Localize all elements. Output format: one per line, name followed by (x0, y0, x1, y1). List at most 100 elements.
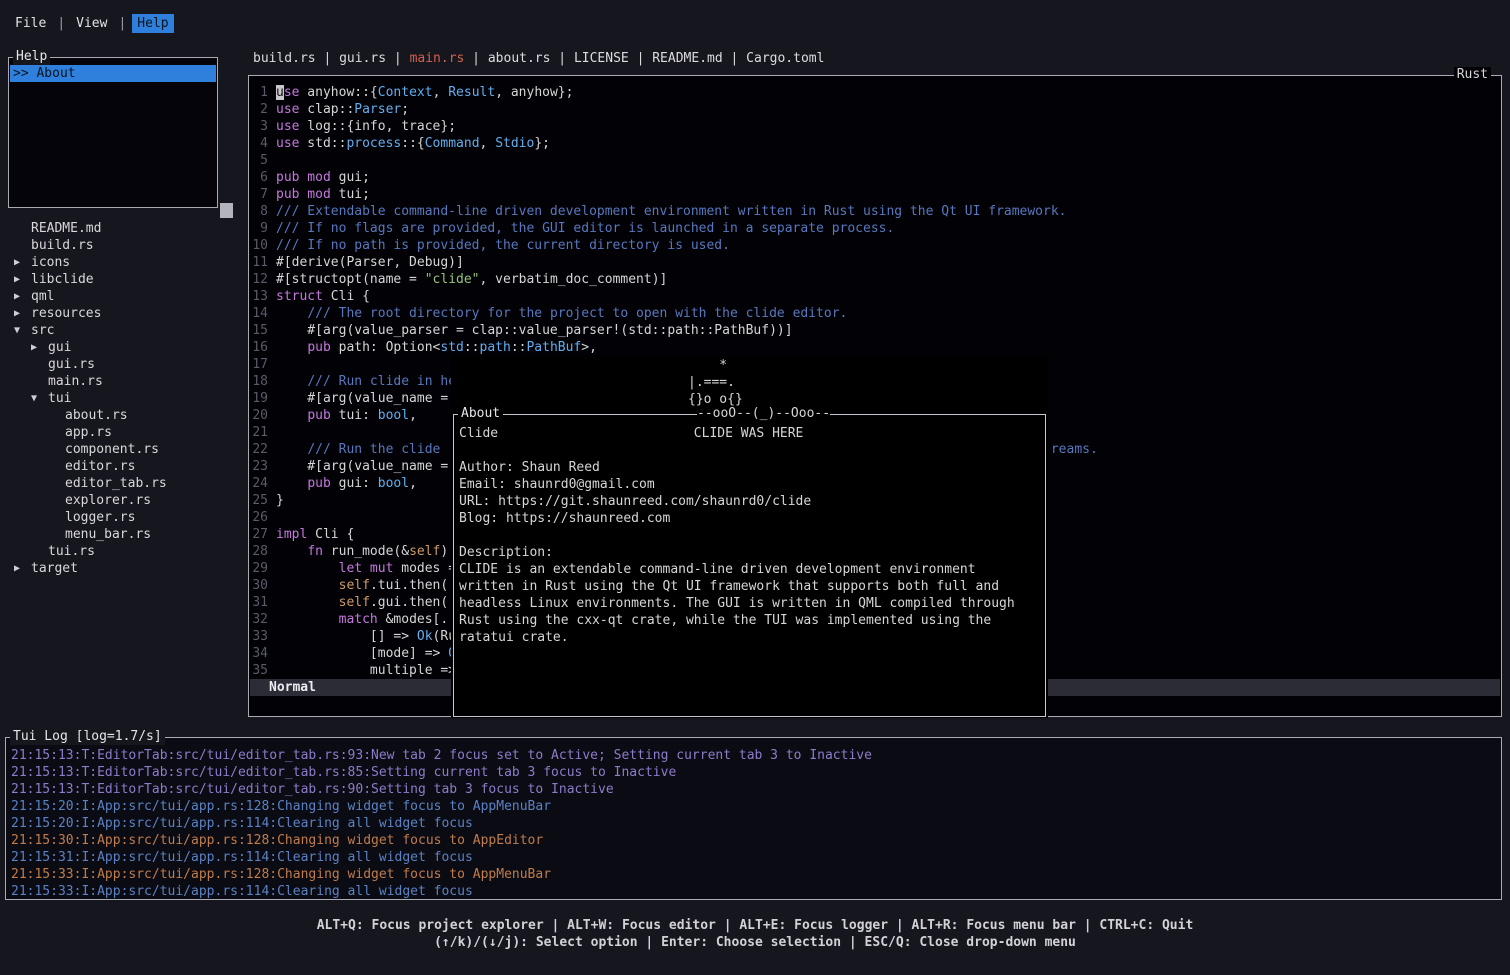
menu-separator: | (118, 16, 126, 31)
log-entry: 21:15:20:I:App:src/tui/app.rs:128:Changi… (11, 798, 1497, 815)
tab-cargo-toml[interactable]: Cargo.toml (746, 51, 824, 66)
tab-separator: | (316, 51, 339, 66)
log-lines: 21:15:13:T:EditorTab:src/tui/editor_tab.… (11, 747, 1497, 900)
explorer-item-resources[interactable]: ▶resources (0, 305, 246, 322)
explorer-item-src[interactable]: ▼src (0, 322, 246, 339)
code-line: 3use log::{info, trace}; (250, 118, 1500, 135)
chevron-right-icon: ▶ (14, 288, 31, 305)
line-number: 6 (250, 169, 268, 186)
explorer-item-label: gui (48, 340, 71, 355)
code-line: 4use std::process::{Command, Stdio}; (250, 135, 1500, 152)
chevron-right-icon: ▶ (14, 271, 31, 288)
log-entry: 21:15:13:T:EditorTab:src/tui/editor_tab.… (11, 764, 1497, 781)
tui-log-panel[interactable]: Tui Log [log=1.7/s] 21:15:13:T:EditorTab… (5, 737, 1502, 900)
line-number: 17 (250, 356, 268, 373)
tab-separator: | (550, 51, 573, 66)
tab-gui-rs[interactable]: gui.rs (339, 51, 386, 66)
explorer-item-menu-bar-rs[interactable]: menu_bar.rs (0, 526, 246, 543)
project-explorer[interactable]: README.mdbuild.rs▶icons▶libclide▶qml▶res… (0, 220, 246, 577)
explorer-item-logger-rs[interactable]: logger.rs (0, 509, 246, 526)
chevron-right-icon: ▶ (31, 339, 48, 356)
language-badge: Rust (1454, 67, 1491, 83)
line-number: 13 (250, 288, 268, 305)
code-line: 2use clap::Parser; (250, 101, 1500, 118)
line-number: 33 (250, 628, 268, 645)
explorer-item-gui-rs[interactable]: gui.rs (0, 356, 246, 373)
log-entry: 21:15:33:I:App:src/tui/app.rs:128:Changi… (11, 866, 1497, 883)
explorer-item-label: icons (31, 255, 70, 270)
explorer-item-label: libclide (31, 272, 94, 287)
line-number: 12 (250, 271, 268, 288)
line-number: 4 (250, 135, 268, 152)
explorer-item-label: menu_bar.rs (65, 527, 151, 542)
explorer-item-about-rs[interactable]: about.rs (0, 407, 246, 424)
menu-separator: | (57, 16, 65, 31)
code-line: 1use anyhow::{Context, Result, anyhow}; (250, 84, 1500, 101)
line-number: 25 (250, 492, 268, 509)
explorer-item-label: tui.rs (48, 544, 95, 559)
line-number: 10 (250, 237, 268, 254)
explorer-item-label: logger.rs (65, 510, 135, 525)
explorer-item-explorer-rs[interactable]: explorer.rs (0, 492, 246, 509)
explorer-item-label: README.md (31, 221, 101, 236)
menu-item-view[interactable]: View (71, 14, 112, 33)
log-entry: 21:15:13:T:EditorTab:src/tui/editor_tab.… (11, 747, 1497, 764)
explorer-item-readme-md[interactable]: README.md (0, 220, 246, 237)
shortcut-help-line-2: (↑/k)/(↓/j): Select option | Enter: Choo… (0, 934, 1510, 951)
line-number: 14 (250, 305, 268, 322)
menu-item-help[interactable]: Help (132, 14, 173, 33)
explorer-item-build-rs[interactable]: build.rs (0, 237, 246, 254)
chevron-down-icon: ▼ (14, 322, 31, 339)
tab-separator: | (386, 51, 409, 66)
explorer-item-label: build.rs (31, 238, 94, 253)
explorer-item-app-rs[interactable]: app.rs (0, 424, 246, 441)
explorer-item-main-rs[interactable]: main.rs (0, 373, 246, 390)
explorer-item-gui[interactable]: ▶gui (0, 339, 246, 356)
explorer-item-qml[interactable]: ▶qml (0, 288, 246, 305)
explorer-item-libclide[interactable]: ▶libclide (0, 271, 246, 288)
about-content: Clide CLIDE WAS HERE Author: Shaun Reed … (459, 425, 1015, 646)
line-number: 23 (250, 458, 268, 475)
code-line: 11#[derive(Parser, Debug)] (250, 254, 1500, 271)
about-popup: * |.===. {}o o{} About --ooO--(_)--Ooo--… (451, 355, 1048, 718)
chevron-right-icon: ▶ (14, 560, 31, 577)
menu-item-file[interactable]: File (10, 14, 51, 33)
log-entry: 21:15:13:T:EditorTab:src/tui/editor_tab.… (11, 781, 1497, 798)
tab-about-rs[interactable]: about.rs (488, 51, 551, 66)
log-entry: 21:15:30:I:App:src/tui/app.rs:128:Changi… (11, 832, 1497, 849)
explorer-item-label: editor_tab.rs (65, 476, 167, 491)
tab-build-rs[interactable]: build.rs (253, 51, 316, 66)
menu-bar[interactable]: File | View | Help (10, 11, 174, 35)
line-number: 28 (250, 543, 268, 560)
explorer-item-tui[interactable]: ▼tui (0, 390, 246, 407)
explorer-item-editor-rs[interactable]: editor.rs (0, 458, 246, 475)
code-line: 14 /// The root directory for the projec… (250, 305, 1500, 322)
explorer-item-icons[interactable]: ▶icons (0, 254, 246, 271)
explorer-item-label: gui.rs (48, 357, 95, 372)
line-number: 34 (250, 645, 268, 662)
tab-license[interactable]: LICENSE (574, 51, 629, 66)
tab-separator: | (723, 51, 746, 66)
help-dropdown: Help >> About (8, 57, 218, 208)
line-number: 2 (250, 101, 268, 118)
explorer-item-label: qml (31, 289, 54, 304)
kilroy-ascii-art: * |.===. {}o o{} (688, 357, 743, 408)
explorer-item-tui-rs[interactable]: tui.rs (0, 543, 246, 560)
text-cursor: u (276, 85, 284, 100)
line-number: 8 (250, 203, 268, 220)
explorer-item-editor-tab-rs[interactable]: editor_tab.rs (0, 475, 246, 492)
tab-separator: | (464, 51, 487, 66)
tab-main-rs[interactable]: main.rs (410, 51, 465, 66)
line-number: 5 (250, 152, 268, 169)
log-entry: 21:15:20:I:App:src/tui/app.rs:114:Cleari… (11, 815, 1497, 832)
line-number: 7 (250, 186, 268, 203)
explorer-scrollbar-thumb[interactable] (220, 203, 233, 218)
dropdown-item-about[interactable]: >> About (10, 65, 216, 82)
explorer-item-target[interactable]: ▶target (0, 560, 246, 577)
log-entry: 21:15:33:I:App:src/tui/app.rs:114:Cleari… (11, 883, 1497, 900)
explorer-item-label: editor.rs (65, 459, 135, 474)
line-number: 1 (250, 84, 268, 101)
tab-readme-md[interactable]: README.md (652, 51, 722, 66)
explorer-item-component-rs[interactable]: component.rs (0, 441, 246, 458)
editor-tab-bar[interactable]: build.rs | gui.rs | main.rs | about.rs |… (253, 50, 824, 67)
